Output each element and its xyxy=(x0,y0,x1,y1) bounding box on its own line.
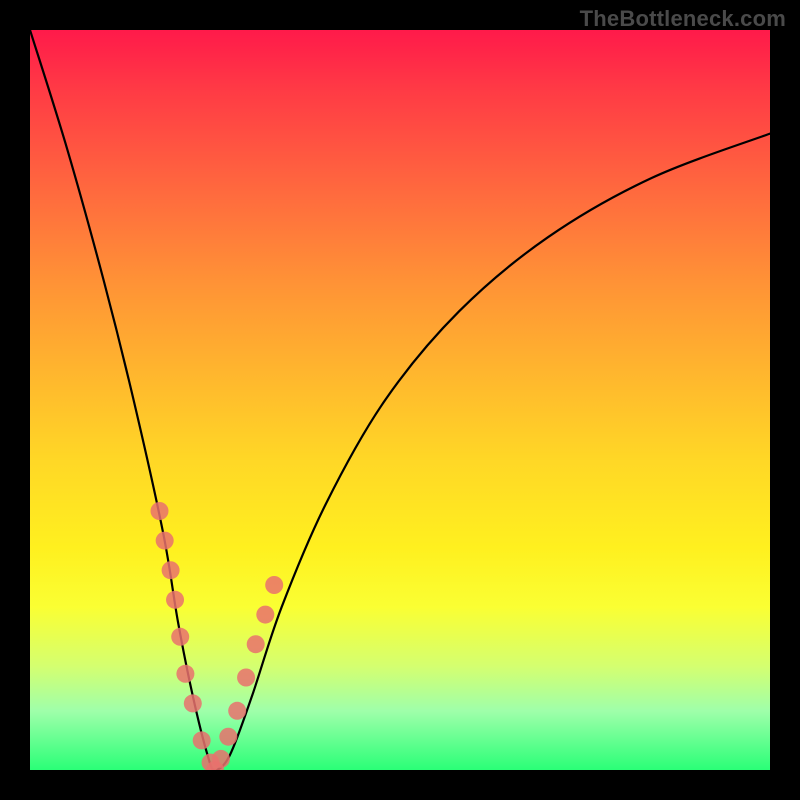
highlight-dot xyxy=(176,665,194,683)
highlight-dot xyxy=(228,702,246,720)
highlight-dot xyxy=(151,502,169,520)
highlight-dot xyxy=(219,728,237,746)
bottleneck-curve xyxy=(30,30,770,770)
highlight-dot xyxy=(256,606,274,624)
chart-svg xyxy=(30,30,770,770)
highlight-dots xyxy=(151,502,284,770)
highlight-dot xyxy=(247,635,265,653)
highlight-dot xyxy=(162,561,180,579)
highlight-dot xyxy=(193,731,211,749)
chart-plot-area xyxy=(30,30,770,770)
watermark-text: TheBottleneck.com xyxy=(580,6,786,32)
highlight-dot xyxy=(212,750,230,768)
highlight-dot xyxy=(265,576,283,594)
highlight-dot xyxy=(184,694,202,712)
highlight-dot xyxy=(171,628,189,646)
highlight-dot xyxy=(237,669,255,687)
highlight-dot xyxy=(156,532,174,550)
highlight-dot xyxy=(166,591,184,609)
